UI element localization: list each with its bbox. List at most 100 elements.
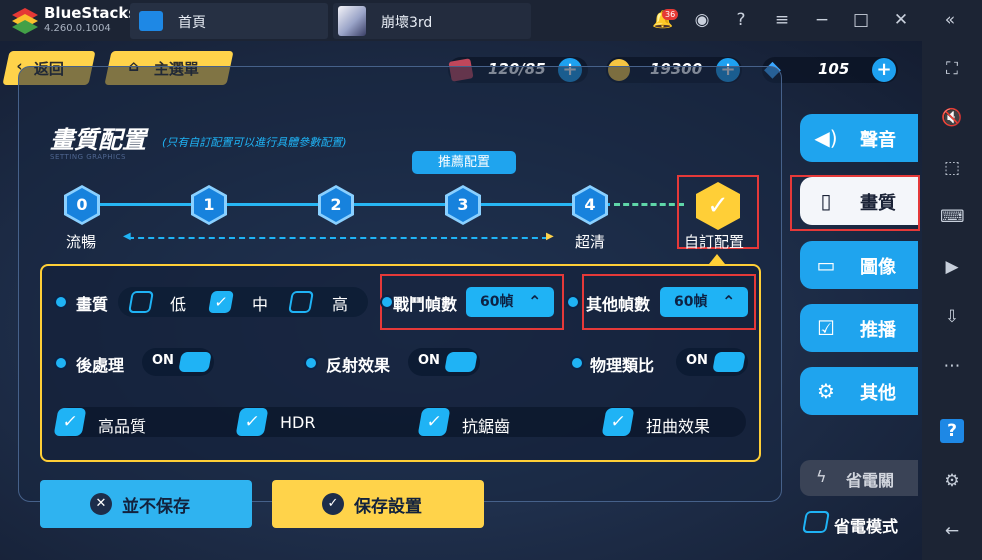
tab-push[interactable]: ☑ 推播 bbox=[800, 304, 918, 352]
tab-game[interactable]: 崩壞3rd bbox=[333, 3, 531, 39]
tab-sound-label: 聲音 bbox=[860, 130, 896, 151]
toggle-on-label: ON bbox=[418, 353, 440, 368]
distortion-checkbox[interactable]: ✓ bbox=[601, 408, 635, 436]
crystals-resource: ◆ 105 + bbox=[762, 57, 898, 83]
message-check-icon: ☑ bbox=[817, 316, 835, 340]
bullet-icon bbox=[572, 358, 582, 368]
panel-subtitle-en: SETTING GRAPHICS bbox=[50, 153, 126, 161]
power-save-label: 省電關 bbox=[846, 471, 895, 490]
dont-save-label: 並不保存 bbox=[122, 497, 190, 517]
home-icon bbox=[139, 11, 163, 31]
battle-fps-label: 戰鬥幀數 bbox=[393, 295, 458, 314]
volume-mute-icon[interactable]: 🔇 bbox=[940, 106, 964, 130]
menu-icon[interactable]: ≡ bbox=[772, 10, 792, 30]
quality-high-label: 高 bbox=[332, 295, 349, 314]
battle-fps-value: 60幀 bbox=[480, 294, 514, 310]
save-settings-label: 保存設置 bbox=[354, 497, 422, 517]
right-sidebar: ⛶ 🔇 ⬚ ⌨ ▶ ⇩ ⋯ ? ⚙ ← bbox=[922, 41, 982, 560]
quality-high-checkbox[interactable] bbox=[288, 291, 314, 313]
quality-selector bbox=[118, 287, 368, 317]
physics-toggle[interactable]: ON bbox=[676, 348, 748, 376]
other-fps-label: 其他幀數 bbox=[586, 295, 651, 314]
screenrecord-icon[interactable]: ▶ bbox=[940, 255, 964, 279]
tab-other[interactable]: ⚙ 其他 bbox=[800, 367, 918, 415]
maximize-icon[interactable]: □ bbox=[851, 10, 871, 30]
arrow-left-icon: ◀ bbox=[123, 231, 131, 242]
toggle-knob bbox=[712, 352, 746, 372]
other-fps-value: 60幀 bbox=[674, 294, 708, 310]
more-icon[interactable]: ⋯ bbox=[940, 354, 964, 378]
high-label: 超清 bbox=[575, 233, 606, 251]
dont-save-button[interactable]: ✕ 並不保存 bbox=[40, 480, 252, 528]
bullet-icon bbox=[568, 297, 578, 307]
fullscreen-icon[interactable]: ⛶ bbox=[940, 57, 964, 81]
crystals-value: 105 bbox=[818, 60, 850, 78]
battle-fps-dropdown[interactable]: 60幀 ⌃ bbox=[466, 287, 554, 317]
reflection-toggle[interactable]: ON bbox=[408, 348, 480, 376]
close-icon[interactable]: ✕ bbox=[891, 10, 911, 30]
tab-image-label: 圖像 bbox=[860, 257, 896, 278]
keyboard-icon[interactable]: ⌨ bbox=[940, 205, 965, 229]
app-version: 4.260.0.1004 bbox=[44, 23, 111, 34]
chevron-up-icon: ⌃ bbox=[722, 292, 736, 311]
minimize-icon[interactable]: − bbox=[812, 10, 832, 30]
quality-mid-checkbox[interactable]: ✓ bbox=[208, 291, 234, 313]
antialias-checkbox[interactable]: ✓ bbox=[417, 408, 451, 436]
bullet-icon bbox=[56, 358, 66, 368]
add-crystals-button[interactable]: + bbox=[872, 58, 896, 82]
tab-other-label: 其他 bbox=[860, 383, 896, 404]
postprocess-toggle[interactable]: ON bbox=[142, 348, 214, 376]
toggle-knob bbox=[444, 352, 478, 372]
tab-home-label: 首頁 bbox=[178, 15, 206, 31]
panel-subtitle: (只有自訂配置可以進行具體參數配置) bbox=[162, 136, 347, 149]
effects-checkbox-bar bbox=[56, 407, 746, 437]
bullet-icon bbox=[306, 358, 316, 368]
quality-mid-label: 中 bbox=[252, 295, 269, 314]
power-mode-label: 省電模式 bbox=[834, 517, 899, 536]
bullet-icon bbox=[382, 297, 392, 307]
high-quality-checkbox[interactable]: ✓ bbox=[53, 408, 87, 436]
power-save-button[interactable]: ϟ 省電關 bbox=[800, 460, 918, 496]
high-quality-label: 高品質 bbox=[98, 417, 147, 436]
settings-gear-icon[interactable]: ⚙ bbox=[940, 469, 964, 493]
tab-image[interactable]: ▭ 圖像 bbox=[800, 241, 918, 289]
hdr-label: HDR bbox=[280, 413, 316, 432]
help-square-icon[interactable]: ? bbox=[940, 419, 964, 443]
range-arrow bbox=[128, 237, 548, 239]
title-bar: BlueStacks 4.260.0.1004 首頁 崩壞3rd 🔔 36 ◉ … bbox=[0, 0, 982, 41]
apk-install-icon[interactable]: ⇩ bbox=[940, 305, 964, 329]
reflection-label: 反射效果 bbox=[326, 356, 391, 375]
toggle-on-label: ON bbox=[686, 353, 708, 368]
game-thumbnail-icon bbox=[338, 6, 366, 36]
panel-title: 畫質配置 bbox=[50, 126, 146, 154]
arrow-right-icon: ▶ bbox=[546, 231, 554, 242]
save-settings-button[interactable]: ✓ 保存設置 bbox=[272, 480, 484, 528]
hdr-checkbox[interactable]: ✓ bbox=[235, 408, 269, 436]
tab-push-label: 推播 bbox=[860, 320, 896, 341]
bullet-icon bbox=[56, 297, 66, 307]
chevron-up-icon: ⌃ bbox=[528, 292, 542, 311]
other-fps-dropdown[interactable]: 60幀 ⌃ bbox=[660, 287, 748, 317]
antialias-label: 抗鋸齒 bbox=[462, 417, 511, 436]
lightning-icon: ϟ bbox=[816, 467, 827, 486]
pointer-icon[interactable]: ⬚ bbox=[940, 156, 964, 180]
toggle-on-label: ON bbox=[152, 353, 174, 368]
account-icon[interactable]: ◉ bbox=[692, 10, 712, 30]
collapse-sidebar-icon[interactable]: « bbox=[940, 10, 960, 30]
help-icon[interactable]: ? bbox=[731, 10, 751, 30]
graphics-tab-highlight bbox=[790, 175, 920, 231]
screen-icon: ▭ bbox=[816, 253, 836, 277]
tab-home[interactable]: 首頁 bbox=[130, 3, 328, 39]
quality-low-checkbox[interactable] bbox=[128, 291, 154, 313]
power-mode-checkbox[interactable] bbox=[802, 511, 830, 533]
back-arrow-icon[interactable]: ← bbox=[940, 519, 964, 543]
speaker-icon: ◀) bbox=[814, 126, 838, 150]
toggle-knob bbox=[178, 352, 212, 372]
low-label: 流暢 bbox=[66, 233, 97, 251]
quality-low-label: 低 bbox=[170, 295, 187, 314]
custom-label: 自訂配置 bbox=[684, 233, 745, 251]
tab-sound[interactable]: ◀) 聲音 bbox=[800, 114, 918, 162]
recommended-tag: 推薦配置 bbox=[412, 151, 516, 174]
physics-label: 物理類比 bbox=[590, 356, 655, 375]
tab-game-label: 崩壞3rd bbox=[381, 15, 433, 31]
